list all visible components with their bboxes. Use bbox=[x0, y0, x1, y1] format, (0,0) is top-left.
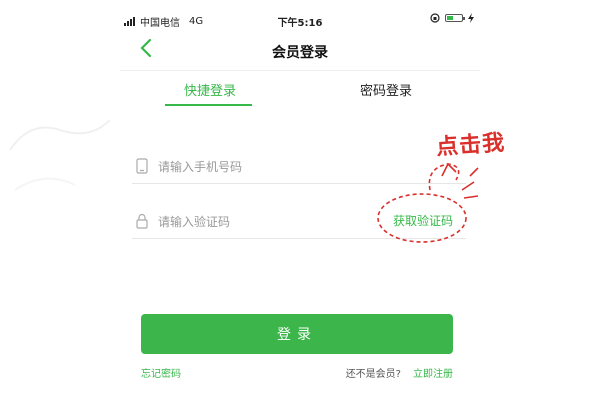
tab-password-login[interactable]: 密码登录 bbox=[331, 80, 441, 99]
battery-level bbox=[447, 16, 454, 20]
annotation-label: 点击我 bbox=[435, 130, 506, 161]
register-link[interactable]: 立即注册 bbox=[413, 365, 453, 380]
active-tab-indicator bbox=[165, 104, 252, 106]
page-title: 会员登录 bbox=[272, 45, 328, 61]
background-decoration bbox=[9, 119, 111, 191]
tab-quick-login[interactable]: 快捷登录 bbox=[155, 80, 265, 99]
status-time: 下午5:16 bbox=[277, 18, 323, 29]
phone-input[interactable] bbox=[156, 155, 380, 179]
phone-field bbox=[132, 151, 466, 184]
orientation-lock-icon bbox=[430, 13, 440, 23]
battery-icon bbox=[445, 14, 465, 22]
phone-icon bbox=[136, 158, 148, 174]
login-button[interactable]: 登录 bbox=[141, 314, 453, 354]
status-bar: 中国电信 4G 下午5:16 bbox=[120, 12, 480, 29]
lock-icon bbox=[136, 213, 148, 229]
nav-divider bbox=[120, 70, 480, 71]
charging-icon bbox=[468, 13, 474, 23]
nav-bar: 会员登录 bbox=[120, 36, 480, 66]
forgot-password-link[interactable]: 忘记密码 bbox=[141, 365, 181, 380]
code-input[interactable] bbox=[156, 210, 380, 234]
get-code-button[interactable]: 获取验证码 bbox=[393, 212, 453, 229]
not-member-text: 还不是会员? bbox=[345, 369, 401, 380]
